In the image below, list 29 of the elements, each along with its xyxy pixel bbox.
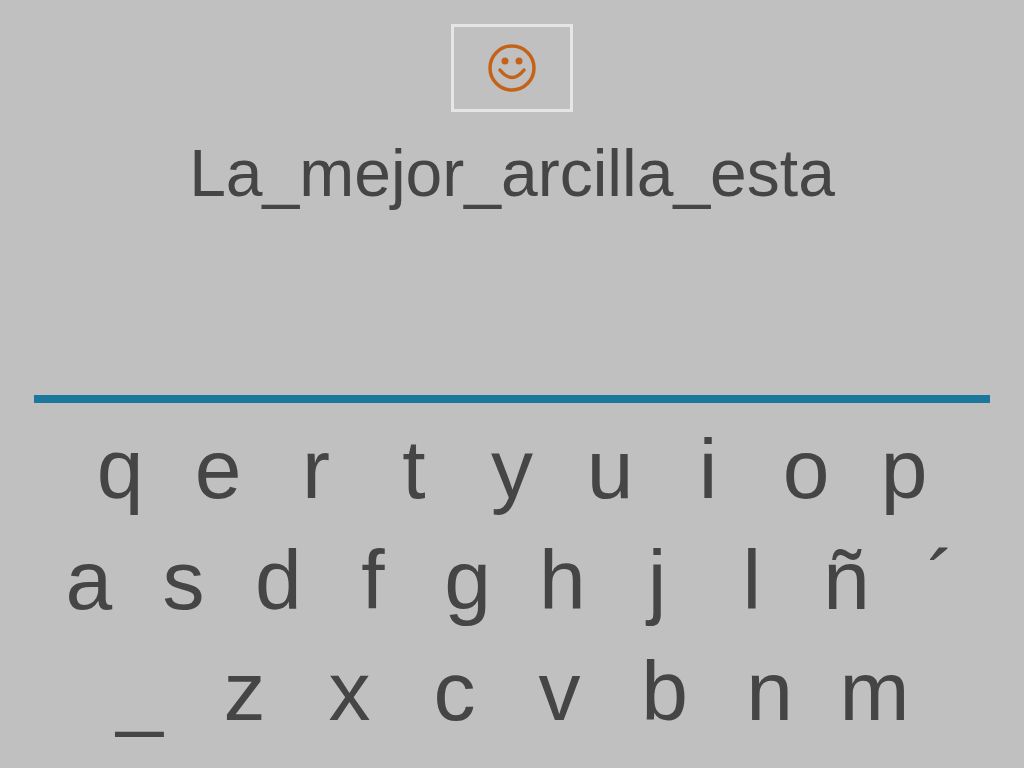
letter-key[interactable]: r: [267, 418, 365, 519]
letter-key[interactable]: ñ: [799, 529, 894, 630]
letter-key[interactable]: x: [297, 640, 402, 741]
smiley-icon: [487, 43, 537, 93]
letter-key[interactable]: b: [612, 640, 717, 741]
letter-key[interactable]: n: [717, 640, 822, 741]
letter-key[interactable]: e: [169, 418, 267, 519]
letter-key[interactable]: s: [136, 529, 231, 630]
letter-key[interactable]: u: [561, 418, 659, 519]
letter-key[interactable]: h: [515, 529, 610, 630]
letter-key[interactable]: v: [507, 640, 612, 741]
letter-key[interactable]: t: [365, 418, 463, 519]
letter-key[interactable]: i: [659, 418, 757, 519]
letter-key[interactable]: d: [230, 529, 326, 630]
letter-key[interactable]: z: [192, 640, 297, 741]
letter-key[interactable]: _: [87, 640, 192, 741]
letter-key[interactable]: m: [822, 640, 927, 741]
letter-key[interactable]: p: [855, 418, 953, 519]
letter-key[interactable]: j: [609, 529, 705, 630]
letter-key[interactable]: g: [420, 529, 515, 630]
letter-key[interactable]: c: [402, 640, 507, 741]
phrase-text: La_mejor_arcilla_esta: [189, 135, 835, 212]
letter-key[interactable]: a: [41, 529, 137, 630]
letter-key[interactable]: f: [325, 529, 421, 630]
letter-key[interactable]: q: [71, 418, 169, 519]
letter-key[interactable]: ´: [893, 529, 989, 630]
letter-key[interactable]: o: [757, 418, 855, 519]
letter-key[interactable]: l: [704, 529, 800, 630]
letter-key[interactable]: y: [463, 418, 561, 519]
